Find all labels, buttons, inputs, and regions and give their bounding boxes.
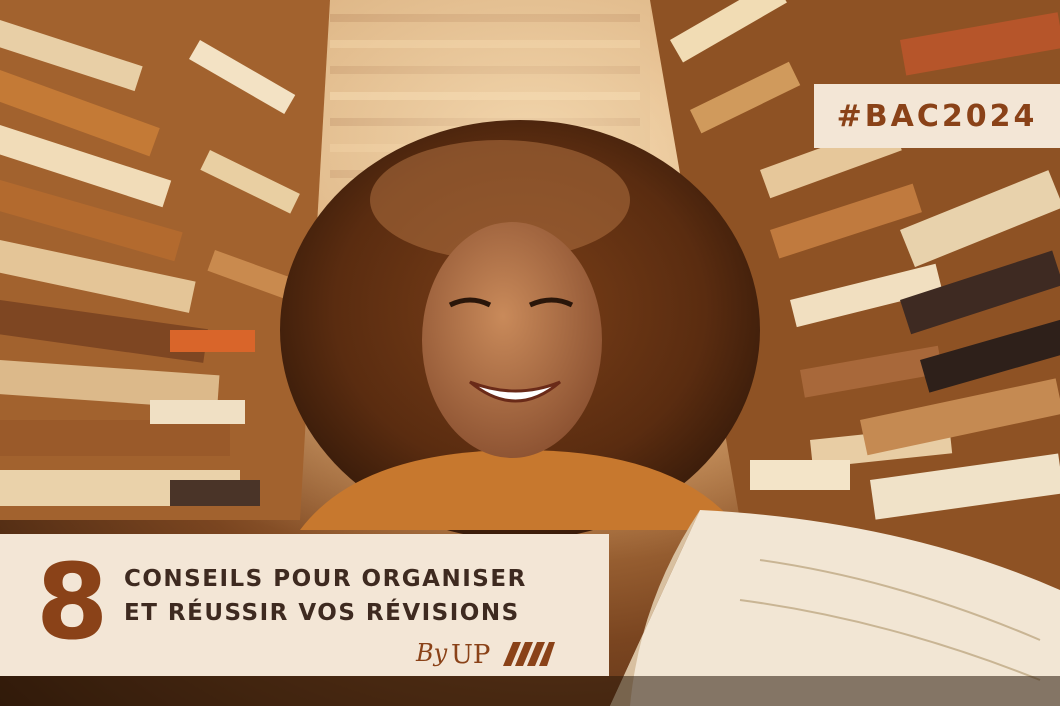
hero-image: #BAC2024 8 CONSEILS POUR ORGANISER ET RÉ… bbox=[0, 0, 1060, 706]
byline: By UP bbox=[416, 638, 556, 668]
tips-count: 8 bbox=[36, 541, 109, 663]
byline-text: By bbox=[416, 639, 448, 667]
title-line-2: ET RÉUSSIR VOS RÉVISIONS bbox=[124, 600, 520, 626]
up-logo: UP bbox=[451, 638, 556, 668]
smiling-student bbox=[280, 120, 760, 540]
hashtag-text: #BAC2024 bbox=[836, 98, 1038, 134]
left-book-stack bbox=[0, 0, 330, 520]
title-banner: 8 CONSEILS POUR ORGANISER ET RÉUSSIR VOS… bbox=[0, 534, 609, 676]
hashtag-badge: #BAC2024 bbox=[814, 84, 1060, 148]
up-logo-mark: UP bbox=[451, 640, 556, 668]
svg-text:UP: UP bbox=[451, 640, 490, 668]
title-line-1: CONSEILS POUR ORGANISER bbox=[124, 566, 527, 592]
